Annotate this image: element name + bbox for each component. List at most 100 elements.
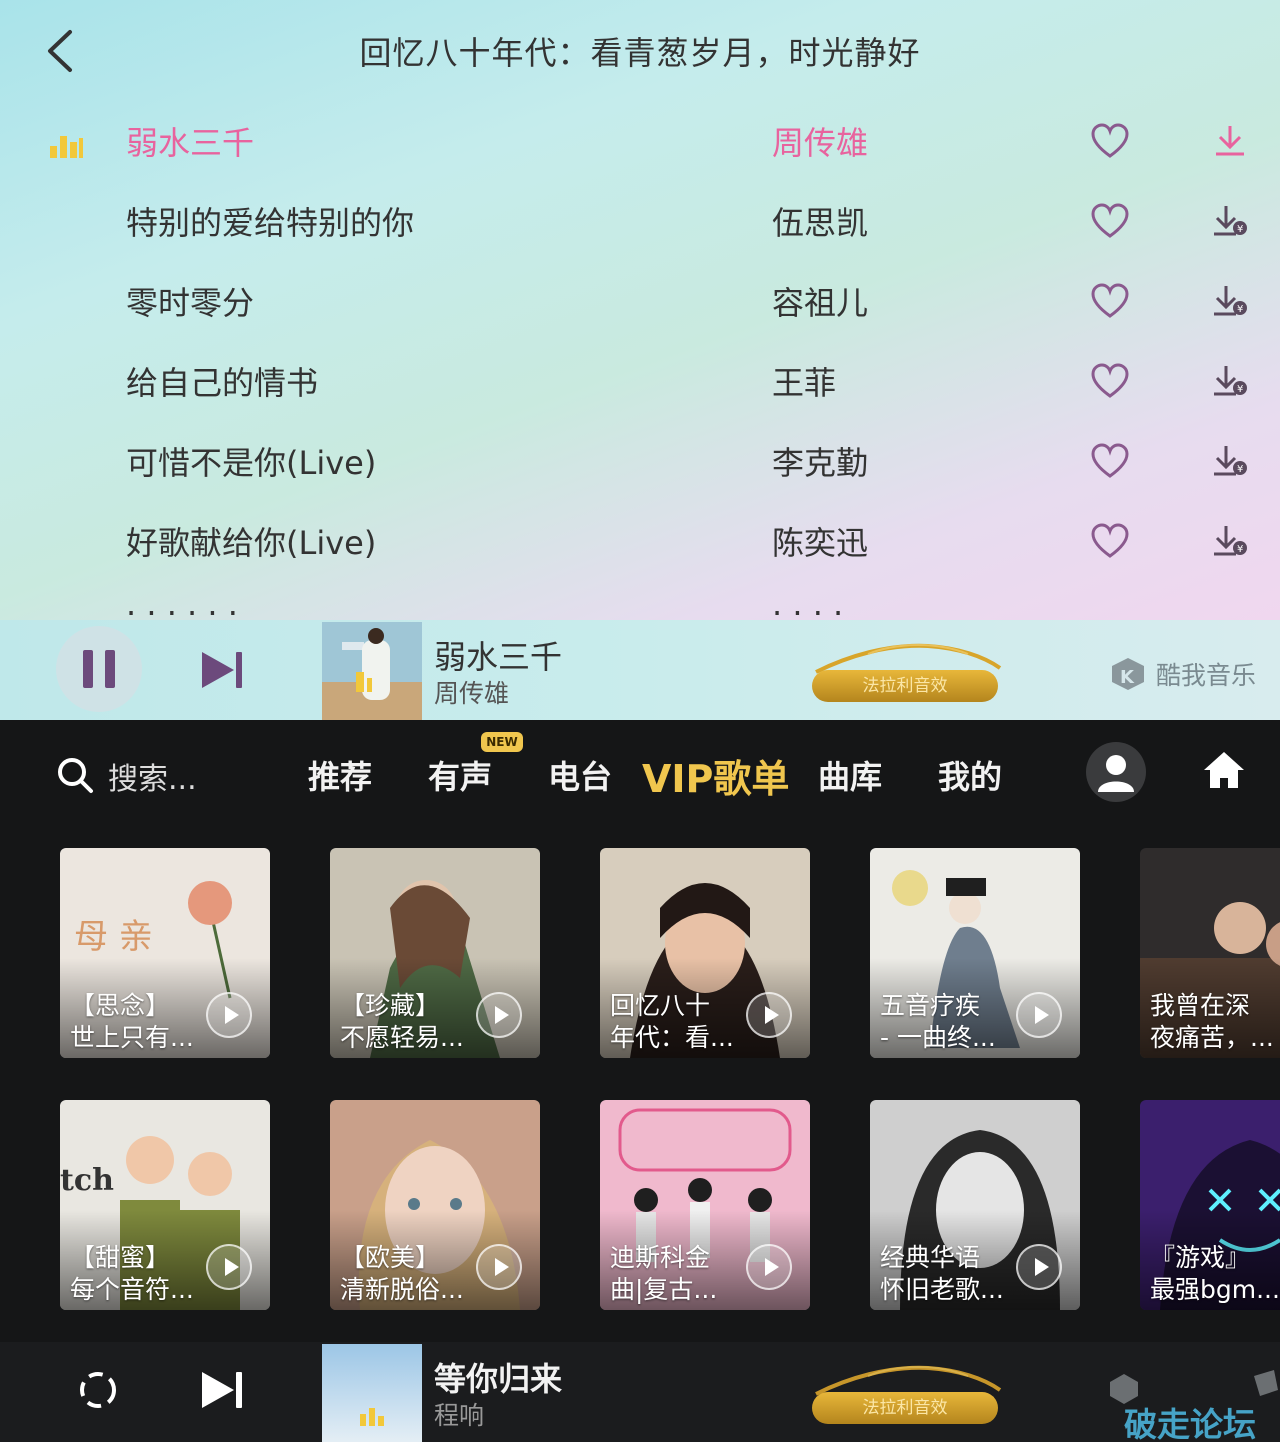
- playlist-title-line1: 回忆八十: [610, 991, 711, 1020]
- song-artist[interactable]: 陈奕迅: [772, 518, 868, 564]
- song-artist[interactable]: 伍思凯: [772, 198, 868, 244]
- song-title: 可惜不是你(Live): [126, 444, 377, 482]
- song-title: 弱水三千: [126, 124, 255, 162]
- now-playing-title: 弱水三千: [434, 638, 563, 676]
- playlist-card[interactable]: 我曾在深 夜痛苦，...: [1140, 848, 1280, 1058]
- bottom-player-artist: 程响: [434, 1401, 485, 1430]
- playlist-detail-panel: 回忆八十年代：看青葱岁月，时光静好 弱水三千 周传雄 特别的爱给特别的你 伍思凯 ¥ 零时…: [0, 0, 1280, 620]
- ferrari-sound-effect-button[interactable]: 法拉利音效: [808, 638, 1008, 708]
- svg-text:¥: ¥: [1237, 224, 1243, 235]
- page-title: 回忆八十年代：看青葱岁月，时光静好: [359, 34, 921, 72]
- play-icon[interactable]: [476, 1244, 522, 1290]
- next-track-icon[interactable]: [198, 648, 248, 692]
- song-row[interactable]: 零时零分 容祖儿 ¥: [0, 260, 1280, 340]
- playlist-card[interactable]: 回忆八十年代：看...: [600, 848, 810, 1058]
- playlist-card[interactable]: tch 【甜蜜】 每个音符...: [60, 1100, 270, 1310]
- playlist-title-line1: 【欧美】: [340, 1243, 441, 1272]
- song-title: 好歌献给你(Live): [126, 524, 377, 562]
- paid-download-icon[interactable]: ¥: [1210, 360, 1250, 400]
- playlist-title-line1: 【珍藏】: [340, 991, 441, 1020]
- play-icon[interactable]: [476, 992, 522, 1038]
- playlist-title-line1: 我曾在深: [1150, 991, 1251, 1020]
- playlist-title-line2: 世上只有...: [70, 1023, 194, 1052]
- kuwo-logo-icon: K: [1112, 658, 1144, 690]
- ferrari-effect-label: 法拉利音效: [812, 670, 998, 702]
- search-icon[interactable]: [56, 756, 94, 794]
- playlist-card[interactable]: 【珍藏】 不愿轻易...: [330, 848, 540, 1058]
- pause-icon: [83, 650, 115, 688]
- playlist-card[interactable]: 经典华语 怀旧老歌...: [870, 1100, 1080, 1310]
- album-cover[interactable]: [322, 1344, 422, 1442]
- playlist-card[interactable]: 【欧美】清新脱俗...: [330, 1100, 540, 1310]
- playlist-title-line1: 【甜蜜】: [70, 1243, 171, 1272]
- svg-text:¥: ¥: [1237, 544, 1243, 555]
- playlist-card[interactable]: 『游戏』最强bgm...: [1140, 1100, 1280, 1310]
- top-nav: 搜索... 推荐 有声 NEW 电台 VIP歌单 曲库 我的: [0, 720, 1280, 826]
- tab-radio[interactable]: 电台: [548, 752, 612, 798]
- song-row[interactable]: 弱水三千 周传雄: [0, 100, 1280, 180]
- song-row[interactable]: 给自己的情书 王菲 ¥: [0, 340, 1280, 420]
- playlist-title-line1: 『游戏』: [1150, 1243, 1251, 1272]
- avatar[interactable]: [1086, 742, 1146, 802]
- favorite-heart-icon[interactable]: [1090, 522, 1130, 560]
- paid-download-icon[interactable]: ¥: [1210, 520, 1250, 560]
- album-cover[interactable]: [322, 622, 422, 720]
- play-icon[interactable]: [746, 992, 792, 1038]
- play-icon[interactable]: [746, 1244, 792, 1290]
- play-icon[interactable]: [206, 992, 252, 1038]
- bottom-player-title: 等你归来: [434, 1360, 563, 1398]
- paid-download-icon[interactable]: ¥: [1210, 440, 1250, 480]
- play-icon[interactable]: [1016, 1244, 1062, 1290]
- playing-equalizer-icon: [50, 136, 83, 158]
- search-input[interactable]: 搜索...: [108, 754, 197, 798]
- playlist-card[interactable]: 迪斯科金曲|复古...: [600, 1100, 810, 1310]
- tab-mine[interactable]: 我的: [938, 752, 1002, 798]
- tab-audio[interactable]: 有声: [428, 752, 492, 798]
- bottom-mini-player: 等你归来 程响 法拉利音效 破走论坛: [0, 1342, 1280, 1442]
- brand-name: 酷我音乐: [1156, 661, 1257, 690]
- new-badge: NEW: [481, 732, 523, 752]
- mini-player: 弱水三千 周传雄 法拉利音效 K 酷我音乐: [0, 620, 1280, 720]
- tab-library[interactable]: 曲库: [818, 752, 882, 798]
- brand-logo: K 酷我音乐: [1106, 652, 1266, 692]
- playlist-title-line2: 年代：看...: [610, 1023, 734, 1052]
- ferrari-effect-label: 法拉利音效: [812, 1392, 998, 1424]
- favorite-heart-icon[interactable]: [1090, 122, 1130, 160]
- playlist-card[interactable]: 母 亲【思念】 世上只有...: [60, 848, 270, 1058]
- favorite-heart-icon[interactable]: [1090, 282, 1130, 320]
- song-row[interactable]: 特别的爱给特别的你 伍思凯 ¥: [0, 180, 1280, 260]
- playlist-title-line2: 怀旧老歌...: [880, 1275, 1004, 1304]
- playlist-title-line2: 最强bgm...: [1150, 1275, 1280, 1304]
- ferrari-sound-effect-button[interactable]: 法拉利音效: [808, 1360, 1008, 1430]
- playlist-title-line2: 曲|复古...: [610, 1275, 718, 1304]
- download-icon[interactable]: [1210, 120, 1250, 160]
- tab-recommend[interactable]: 推荐: [308, 752, 372, 798]
- playlist-title-line1: 迪斯科金: [610, 1243, 711, 1272]
- loop-mode-icon[interactable]: [76, 1368, 120, 1412]
- playlist-title-line1: 【思念】: [70, 991, 171, 1020]
- user-icon: [1098, 755, 1134, 792]
- watermark-text: 破走论坛: [1124, 1405, 1256, 1442]
- favorite-heart-icon[interactable]: [1090, 362, 1130, 400]
- song-row[interactable]: 可惜不是你(Live) 李克勤 ¥: [0, 420, 1280, 500]
- song-artist[interactable]: 容祖儿: [772, 278, 868, 324]
- paid-download-icon[interactable]: ¥: [1210, 280, 1250, 320]
- song-title: 零时零分: [126, 284, 255, 322]
- song-artist[interactable]: 周传雄: [772, 118, 868, 164]
- playlist-title-line2: 每个音符...: [70, 1275, 194, 1304]
- tab-vip-playlist[interactable]: VIP歌单: [642, 748, 789, 803]
- song-row[interactable]: 好歌献给你(Live) 陈奕迅 ¥: [0, 500, 1280, 580]
- home-icon[interactable]: [1202, 748, 1246, 792]
- favorite-heart-icon[interactable]: [1090, 442, 1130, 480]
- play-icon[interactable]: [206, 1244, 252, 1290]
- song-title: 给自己的情书: [126, 364, 319, 402]
- pause-button[interactable]: [56, 626, 142, 712]
- playlist-title-line2: 清新脱俗...: [340, 1275, 464, 1304]
- next-track-icon[interactable]: [198, 1368, 248, 1412]
- paid-download-icon[interactable]: ¥: [1210, 200, 1250, 240]
- play-icon[interactable]: [1016, 992, 1062, 1038]
- favorite-heart-icon[interactable]: [1090, 202, 1130, 240]
- song-artist[interactable]: 李克勤: [772, 438, 868, 484]
- playlist-card[interactable]: 五音疗疾 - 一曲终...: [870, 848, 1080, 1058]
- song-artist[interactable]: 王菲: [772, 358, 836, 404]
